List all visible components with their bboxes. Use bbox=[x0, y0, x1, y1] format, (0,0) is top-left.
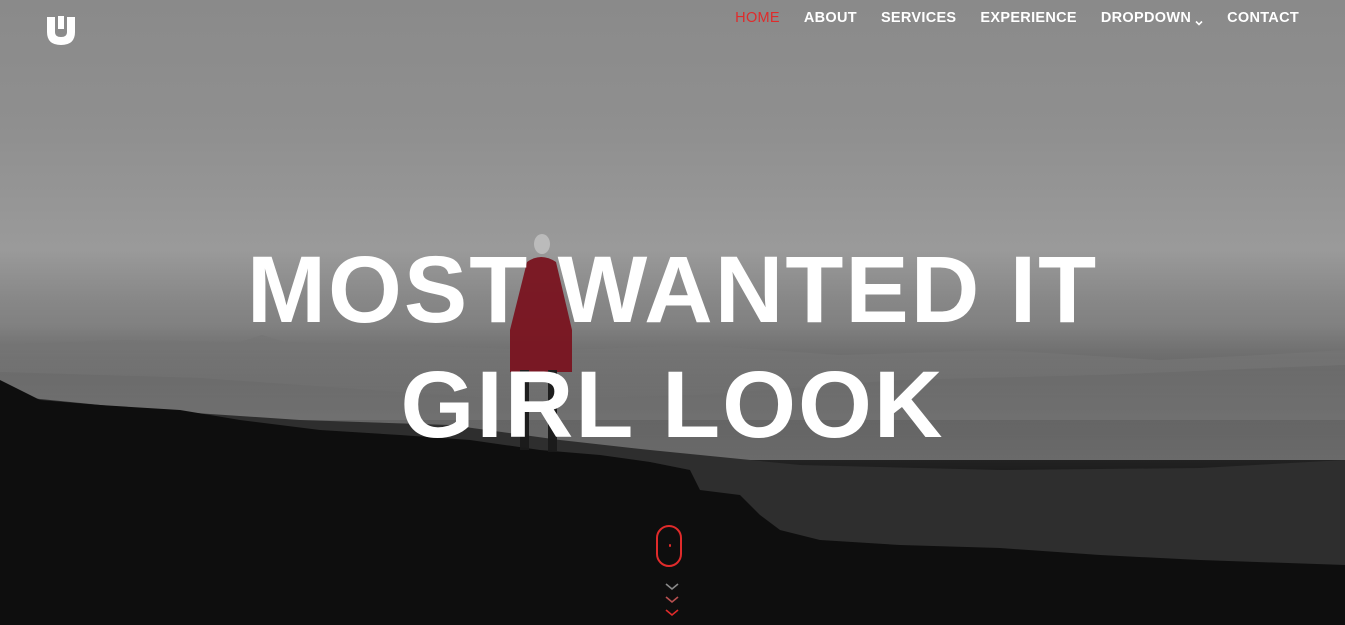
nav-item-about[interactable]: ABOUT bbox=[804, 9, 857, 27]
hero-headline: MOST WANTED IT GIRL LOOK bbox=[0, 233, 1345, 463]
nav-item-label: CONTACT bbox=[1227, 10, 1299, 26]
nav-item-label: ABOUT bbox=[803, 10, 857, 26]
mouse-scroll-wheel bbox=[669, 544, 671, 547]
hero-section: HOME ABOUT SERVICES EXPERIENCE DROPDOWN … bbox=[0, 0, 1345, 625]
nav-item-contact[interactable]: CONTACT bbox=[1227, 9, 1299, 27]
chevron-down-arrows-icon[interactable] bbox=[664, 582, 680, 622]
nav-item-dropdown[interactable]: DROPDOWN bbox=[1101, 9, 1203, 27]
nav-item-label: EXPERIENCE bbox=[980, 10, 1077, 26]
nav-item-label: DROPDOWN bbox=[1100, 10, 1192, 26]
nav-item-services[interactable]: SERVICES bbox=[881, 9, 956, 27]
nav-item-experience[interactable]: EXPERIENCE bbox=[980, 9, 1076, 27]
main-navigation: HOME ABOUT SERVICES EXPERIENCE DROPDOWN … bbox=[711, 9, 1299, 27]
hero-headline-line-1: MOST WANTED IT bbox=[246, 237, 1099, 343]
hero-headline-line-2: GIRL LOOK bbox=[400, 352, 945, 458]
nav-item-home[interactable]: HOME bbox=[735, 9, 780, 27]
chevron-down-icon bbox=[1195, 14, 1203, 26]
nav-item-label: HOME bbox=[735, 10, 780, 26]
nav-item-label: SERVICES bbox=[880, 10, 957, 26]
u-logo-icon[interactable] bbox=[46, 16, 76, 46]
mouse-scroll-icon[interactable] bbox=[656, 525, 682, 567]
